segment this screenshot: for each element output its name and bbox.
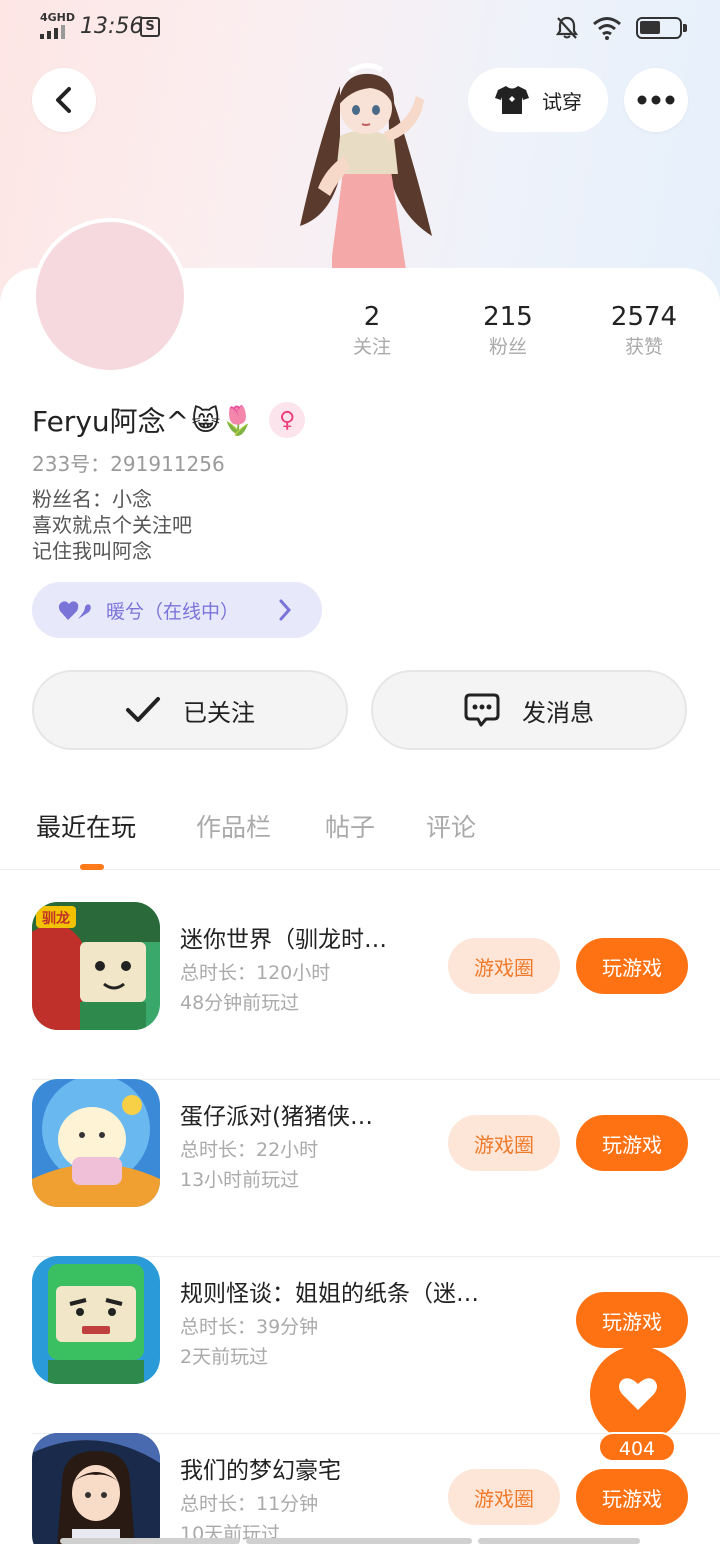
bio: 粉丝名：小念 喜欢就点个关注吧 记住我叫阿念 [32, 486, 192, 564]
tab-works[interactable]: 作品栏 [196, 808, 271, 844]
likes-stat: 2574 获赞 [584, 300, 704, 360]
home-indicator [0, 1538, 720, 1544]
list-item[interactable]: 蛋仔派对(猪猪侠… 总时长：22小时 13小时前玩过 游戏圈 玩游戏 [32, 1079, 720, 1257]
avatar[interactable] [32, 218, 188, 374]
back-button[interactable] [32, 68, 96, 132]
game-duration: 总时长：120小时 [180, 962, 331, 984]
nickname: Feryu阿念^ [32, 405, 190, 438]
game-duration: 总时长：39分钟 [180, 1316, 319, 1338]
play-game-button[interactable]: 玩游戏 [576, 1469, 688, 1525]
network-type: 4GHD [40, 11, 76, 24]
game-circle-button[interactable]: 游戏圈 [448, 938, 560, 994]
avatar-character-image [300, 63, 432, 270]
nickname-row: Feryu阿念^ 😸🌷 ♀ [32, 400, 306, 440]
like-count: 404 [598, 1432, 676, 1462]
followed-button[interactable]: 已关注 [32, 670, 348, 750]
tab-recently-played[interactable]: 最近在玩 [36, 808, 136, 844]
game-icon-text: 驯龙 [42, 910, 70, 927]
profile-stats: 2 关注 215 粉丝 2574 获赞 [300, 300, 720, 370]
play-game-button[interactable]: 玩游戏 [576, 1115, 688, 1171]
status-bar: 4GHD 13:56 S [0, 0, 720, 56]
game-title: 我们的梦幻豪宅 [180, 1458, 341, 1484]
game-icon-rules-story[interactable] [32, 1256, 160, 1384]
send-message-label: 发消息 [522, 698, 594, 727]
followed-label: 已关注 [183, 698, 255, 727]
following-stat[interactable]: 2 关注 [312, 300, 432, 360]
user-id[interactable]: 233号：291911256 [32, 448, 225, 477]
game-circle-button[interactable]: 游戏圈 [448, 1115, 560, 1171]
try-on-button[interactable]: 试穿 [468, 68, 608, 132]
game-icon-dream-mansion[interactable] [32, 1433, 160, 1544]
game-title: 迷你世界（驯龙时… [180, 927, 387, 953]
active-tab-indicator [80, 864, 104, 870]
following-count: 2 [363, 302, 381, 332]
try-on-label: 试穿 [542, 89, 582, 114]
game-last-played: 13小时前玩过 [180, 1169, 300, 1191]
notification-app-icon: S [140, 17, 160, 37]
double-heart-icon [58, 601, 91, 620]
likes-label: 获赞 [624, 336, 663, 358]
send-message-button[interactable]: 发消息 [371, 670, 687, 750]
tab-posts[interactable]: 帖子 [325, 808, 375, 844]
status-icons [556, 14, 687, 42]
profile-tabs: 最近在玩 作品栏 帖子 评论 [0, 800, 720, 870]
followers-stat[interactable]: 215 粉丝 [448, 300, 568, 360]
like-button[interactable] [590, 1346, 686, 1442]
chat-bubble-icon [464, 693, 500, 727]
female-gender-icon: ♀ [269, 402, 306, 438]
online-status-text: 暖兮（在线中） [106, 600, 240, 623]
game-title: 规则怪谈：姐姐的纸条（迷… [180, 1281, 479, 1307]
game-last-played: 2天前玩过 [180, 1346, 269, 1368]
check-icon [126, 697, 160, 722]
bio-line: 粉丝名：小念 [32, 487, 152, 511]
followers-count: 215 [483, 302, 533, 332]
tshirt-icon [495, 86, 529, 114]
game-icon-eggy-party[interactable] [32, 1079, 160, 1207]
list-item[interactable]: 驯龙 迷你世界（驯龙时… 总时长：120小时 48分钟前玩过 游戏圈 玩游戏 [32, 902, 720, 1080]
wifi-icon [593, 17, 621, 40]
online-status-pill[interactable]: 暖兮（在线中） [32, 582, 322, 638]
play-game-button[interactable]: 玩游戏 [576, 1292, 688, 1348]
chevron-right-icon [279, 599, 292, 621]
nickname-emojis: 😸🌷 [191, 403, 256, 437]
game-duration: 总时长：11分钟 [180, 1493, 319, 1515]
signal-icon [40, 25, 70, 39]
following-label: 关注 [352, 336, 391, 358]
followers-label: 粉丝 [488, 336, 527, 358]
mute-bell-icon [556, 16, 578, 39]
more-button[interactable] [624, 68, 688, 132]
bio-line: 喜欢就点个关注吧 [32, 513, 192, 537]
heart-icon [619, 1378, 657, 1410]
tab-comments[interactable]: 评论 [426, 808, 476, 844]
game-title: 蛋仔派对(猪猪侠… [180, 1104, 373, 1130]
bio-line: 记住我叫阿念 [32, 539, 152, 563]
game-last-played: 48分钟前玩过 [180, 992, 300, 1014]
clock: 13:56 [80, 14, 144, 39]
game-icon-mini-world[interactable]: 驯龙 [32, 902, 160, 1030]
likes-count: 2574 [610, 302, 678, 332]
more-dots-icon [637, 95, 675, 105]
chevron-left-icon [56, 87, 71, 113]
game-duration: 总时长：22小时 [180, 1139, 319, 1161]
play-game-button[interactable]: 玩游戏 [576, 938, 688, 994]
battery-icon [636, 17, 687, 39]
game-circle-button[interactable]: 游戏圈 [448, 1469, 560, 1525]
